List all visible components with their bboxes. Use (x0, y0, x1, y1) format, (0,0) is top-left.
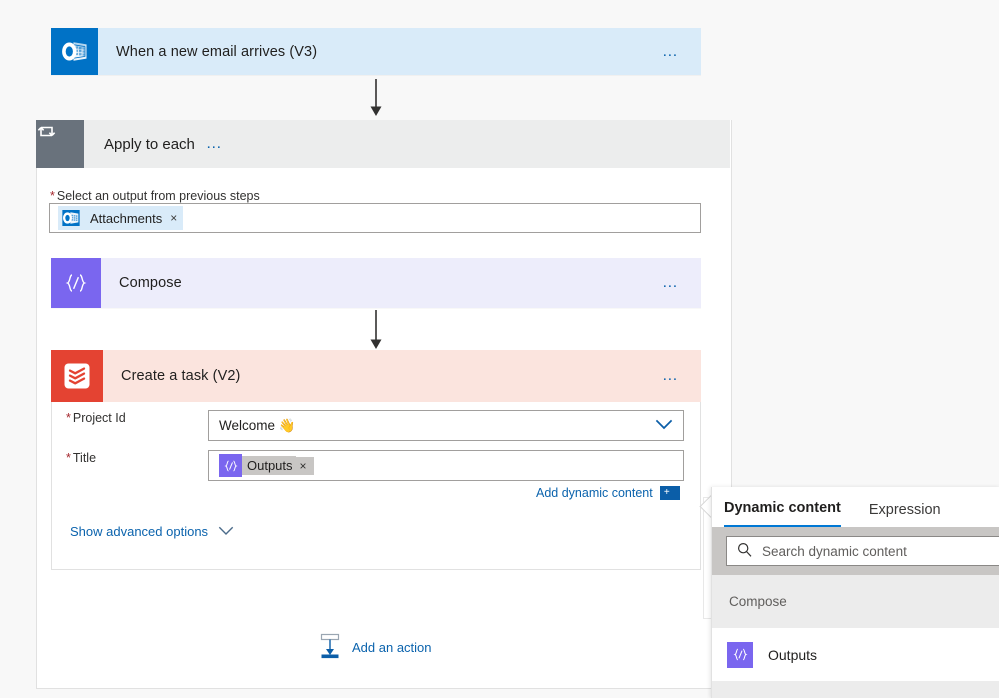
apply-to-each-title: Apply to each (104, 135, 195, 153)
add-an-action-label: Add an action (352, 640, 432, 655)
search-icon (737, 542, 752, 560)
field-row-project-id: * Project Id (66, 411, 196, 425)
select-output-label: * Select an output from previous steps (50, 189, 260, 203)
compose-expression-icon (727, 641, 753, 668)
loop-icon (36, 120, 84, 168)
connector-arrow-trigger-to-loop (370, 79, 382, 116)
outlook-icon (51, 28, 98, 75)
token-chip-label: Outputs (242, 456, 296, 475)
field-row-title: * Title (66, 451, 196, 465)
apply-to-each-menu-button[interactable]: … (195, 136, 245, 152)
action-card-create-a-task[interactable]: Create a task (V2) … (51, 350, 701, 402)
add-dynamic-content-icon[interactable]: + (659, 486, 677, 500)
token-chip-attachments[interactable]: Attachments × (58, 206, 184, 230)
dynamic-content-panel: Dynamic content Expression Search dynami… (711, 487, 999, 698)
token-chip-outputs[interactable]: Outputs × (219, 454, 314, 477)
project-id-value: Welcome 👋 (219, 417, 296, 433)
project-id-dropdown[interactable]: Welcome 👋 (208, 410, 684, 441)
dynamic-content-tabs: Dynamic content Expression (712, 487, 999, 527)
dynamic-content-group-header: Compose (712, 575, 999, 628)
tab-dynamic-content[interactable]: Dynamic content (724, 500, 841, 527)
dynamic-content-item-label: Outputs (768, 646, 818, 663)
title-input[interactable]: Outputs × (208, 450, 684, 481)
tab-expression[interactable]: Expression (869, 502, 941, 527)
token-chip-label: Attachments (90, 210, 163, 226)
chevron-down-icon[interactable] (655, 418, 673, 433)
dynamic-content-item-outputs[interactable]: Outputs (712, 628, 999, 681)
project-id-label: * Project Id (66, 411, 126, 425)
action-card-compose[interactable]: Compose … (51, 258, 701, 308)
required-asterisk: * (66, 411, 71, 425)
dynamic-content-group-label: Compose (729, 594, 787, 609)
trigger-card-menu-button[interactable]: … (651, 43, 701, 60)
required-asterisk: * (66, 451, 71, 465)
add-dynamic-content-button[interactable]: Add dynamic content + (536, 486, 677, 500)
compose-expression-icon (219, 454, 242, 477)
outlook-icon (60, 207, 82, 229)
token-chip-remove-icon[interactable]: × (295, 456, 314, 475)
search-placeholder: Search dynamic content (762, 543, 907, 559)
dynamic-content-panel-footer (712, 681, 999, 698)
apply-to-each-header[interactable]: Apply to each … (36, 120, 730, 168)
compose-card-title: Compose (119, 275, 182, 291)
connector-arrow-compose-to-task (370, 310, 382, 349)
add-action-icon (318, 633, 342, 662)
todoist-icon (51, 350, 103, 402)
flow-designer-canvas: When a new email arrives (V3) … Apply to… (0, 0, 999, 698)
select-output-input[interactable]: Attachments × (49, 203, 701, 233)
trigger-card-when-a-new-email-arrives[interactable]: When a new email arrives (V3) … (51, 28, 701, 75)
token-chip-remove-icon[interactable]: × (170, 211, 177, 225)
required-asterisk: * (50, 189, 55, 203)
chevron-down-icon (218, 524, 234, 539)
compose-expression-icon (51, 258, 101, 308)
dynamic-content-search-area: Search dynamic content (712, 527, 999, 575)
create-a-task-title: Create a task (V2) (121, 368, 241, 384)
create-a-task-menu-button[interactable]: … (651, 368, 701, 384)
add-dynamic-content-label: Add dynamic content (536, 486, 653, 500)
show-advanced-options-label: Show advanced options (70, 524, 209, 539)
add-an-action-button[interactable]: Add an action (318, 633, 432, 662)
search-dynamic-content-field[interactable]: Search dynamic content (726, 536, 999, 566)
compose-card-menu-button[interactable]: … (651, 275, 701, 291)
trigger-card-title: When a new email arrives (V3) (116, 43, 318, 60)
title-label: * Title (66, 451, 97, 465)
show-advanced-options-button[interactable]: Show advanced options (70, 524, 234, 539)
